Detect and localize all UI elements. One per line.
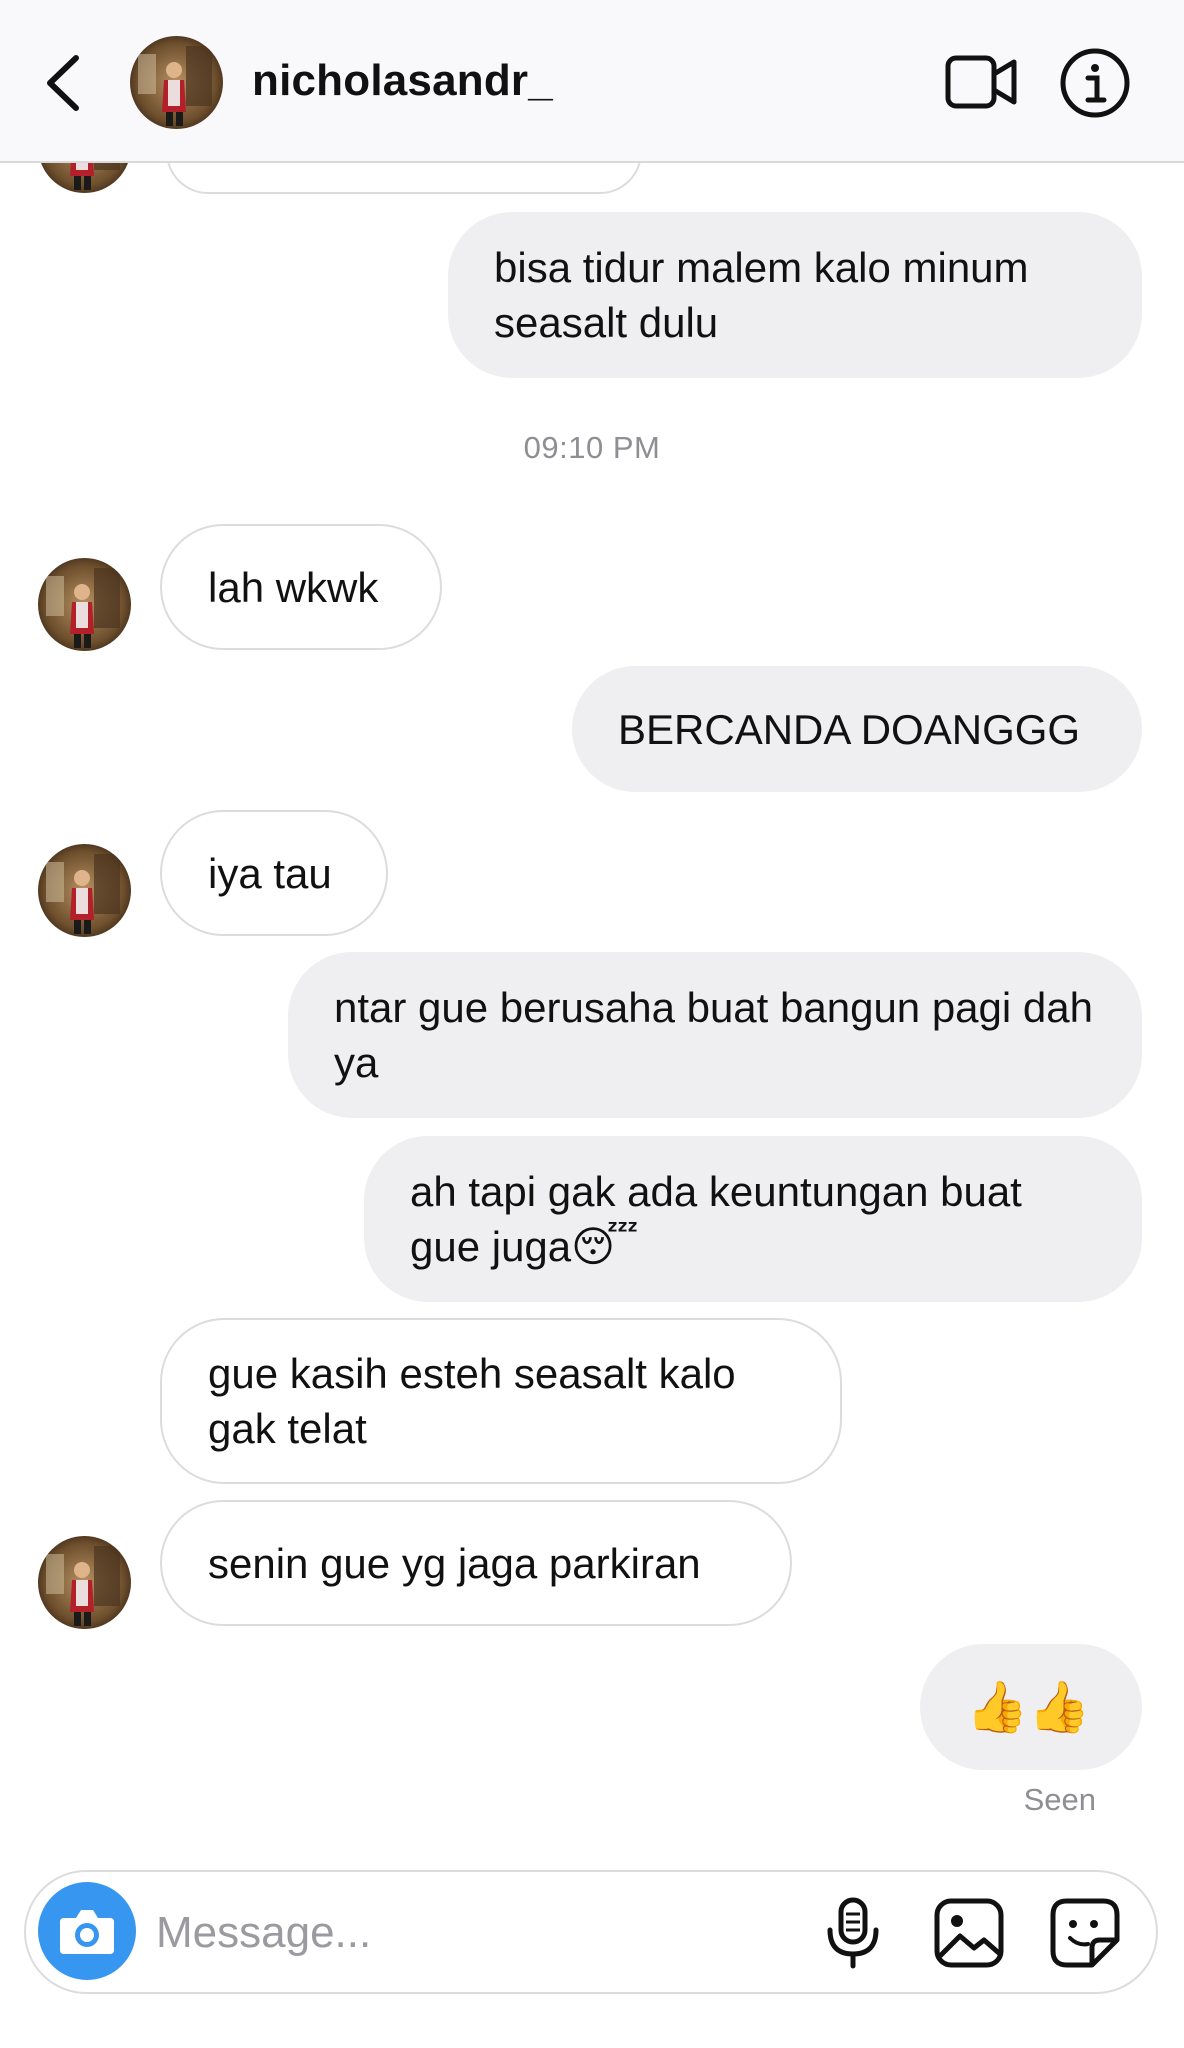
message-bubble-outgoing[interactable]: BERCANDA DOANGGG — [572, 666, 1142, 792]
back-chevron-icon — [47, 55, 79, 111]
contact-avatar[interactable] — [130, 36, 223, 129]
info-icon — [1060, 48, 1130, 118]
sticker-icon — [1050, 1898, 1120, 1968]
message-bubble-incoming[interactable]: senin gue yg jaga parkiran — [160, 1500, 792, 1626]
message-text: iya tau — [208, 849, 332, 897]
info-button[interactable] — [1058, 46, 1132, 120]
message-text: gue kasih esteh seasalt kalo gak telat — [208, 1350, 748, 1452]
sticker-button[interactable] — [1048, 1896, 1122, 1970]
message-bubble-incoming[interactable]: gue kasih esteh seasalt kalo gak telat — [160, 1318, 842, 1484]
message-text: BERCANDA DOANGGG — [618, 705, 1081, 753]
back-button[interactable] — [36, 48, 92, 118]
message-bubble-outgoing[interactable]: 👍👍 — [920, 1644, 1142, 1770]
contact-username[interactable]: nicholasandr_ — [252, 56, 553, 106]
sender-avatar[interactable] — [38, 558, 131, 651]
message-bubble-incoming[interactable]: iya tau — [160, 810, 388, 936]
message-bubble-outgoing[interactable]: ah tapi gak ada keuntungan buat gue juga… — [364, 1136, 1142, 1302]
gallery-button[interactable] — [932, 1896, 1006, 1970]
message-text: ntar gue berusaha buat bangun pagi dah y… — [334, 984, 1105, 1086]
message-bubble-outgoing[interactable]: bisa tidur malem kalo minum seasalt dulu — [448, 212, 1142, 378]
message-bubble-outgoing[interactable]: ntar gue berusaha buat bangun pagi dah y… — [288, 952, 1142, 1118]
message-text: ah tapi gak ada keuntungan buat gue juga… — [410, 1168, 1034, 1270]
gallery-icon — [934, 1898, 1004, 1968]
video-call-icon — [945, 55, 1017, 109]
seen-status: Seen — [1023, 1782, 1096, 1817]
message-text: bisa tidur malem kalo minum seasalt dulu — [494, 244, 1041, 346]
camera-button[interactable] — [38, 1882, 136, 1980]
message-text: senin gue yg jaga parkiran — [208, 1539, 701, 1587]
message-text: lah wkwk — [208, 563, 379, 611]
chat-header: nicholasandr_ — [0, 0, 1184, 163]
message-timestamp: 09:10 PM — [523, 430, 661, 465]
video-call-button[interactable] — [944, 52, 1018, 112]
camera-icon — [60, 1910, 114, 1954]
message-composer — [24, 1870, 1158, 1994]
sender-avatar[interactable] — [38, 844, 131, 937]
sender-avatar[interactable] — [38, 1536, 131, 1629]
microphone-button[interactable] — [822, 1896, 884, 1972]
message-bubble-incoming[interactable]: lah wkwk — [160, 524, 442, 650]
microphone-icon — [827, 1897, 879, 1969]
message-text: 👍👍 — [966, 1678, 1091, 1735]
message-input[interactable] — [154, 1894, 718, 1972]
